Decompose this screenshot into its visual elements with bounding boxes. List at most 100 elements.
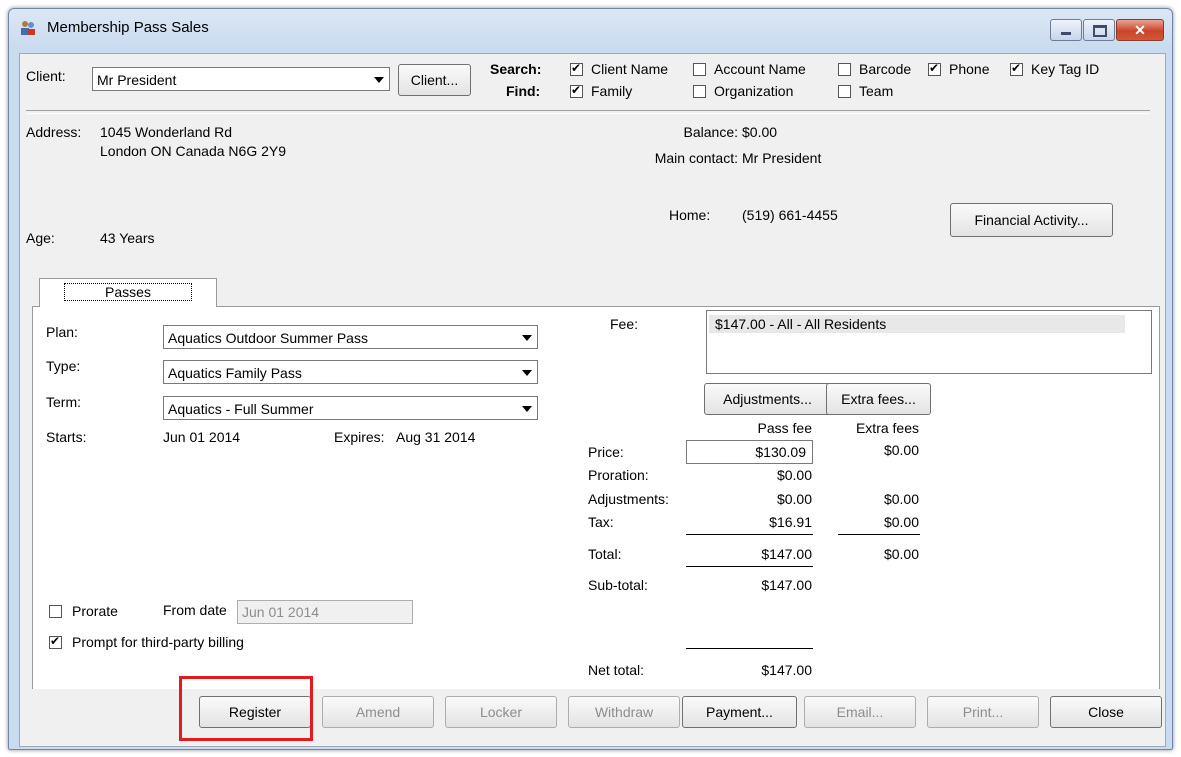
fee-label: Fee: — [610, 316, 639, 332]
extra-fees-button[interactable]: Extra fees... — [826, 383, 931, 415]
from-date-label: From date — [163, 602, 227, 618]
address-line-1: 1045 Wonderland Rd — [100, 124, 233, 140]
header-divider — [26, 110, 1150, 114]
maximize-icon — [1093, 25, 1107, 37]
third-party-billing-label: Prompt for third-party billing — [72, 634, 244, 650]
adjustments-button[interactable]: Adjustments... — [704, 383, 831, 415]
proration-label: Proration: — [588, 467, 649, 483]
address-label: Address: — [26, 124, 82, 140]
fee-list-item[interactable]: $147.00 - All - All Residents — [709, 315, 1125, 333]
price-extra-value: $0.00 — [883, 442, 919, 458]
main-contact-value: Mr President — [742, 150, 822, 166]
plan-label: Plan: — [46, 324, 78, 340]
term-dropdown[interactable]: Aquatics - Full Summer — [163, 396, 538, 420]
email-button[interactable]: Email... — [804, 696, 916, 728]
close-window-button[interactable]: ✕ — [1116, 19, 1164, 41]
expires-label: Expires: — [334, 429, 385, 445]
client-value: Mr President — [97, 72, 177, 88]
price-field[interactable]: $130.09 — [686, 440, 813, 464]
find-family-label: Family — [591, 83, 633, 99]
proration-pass-value: $0.00 — [776, 467, 812, 483]
search-phone-checkbox[interactable] — [928, 61, 941, 76]
title-bar: Membership Pass Sales ✕ — [9, 9, 1172, 47]
third-party-billing-checkbox[interactable] — [49, 634, 62, 649]
total-extra-divider — [838, 534, 920, 535]
net-total-value: $147.00 — [761, 662, 812, 678]
age-value: 43 Years — [100, 230, 155, 246]
search-client-name-label: Client Name — [591, 61, 669, 77]
payment-button[interactable]: Payment... — [682, 696, 797, 728]
prorate-checkbox[interactable] — [49, 605, 62, 618]
find-organization-label: Organization — [714, 83, 794, 99]
adjustments-extra-value: $0.00 — [883, 491, 919, 507]
find-team-checkbox[interactable] — [838, 85, 851, 98]
search-barcode-label: Barcode — [859, 61, 912, 77]
type-value: Aquatics Family Pass — [168, 365, 302, 381]
find-team-label: Team — [859, 83, 894, 99]
extra-fees-column-header: Extra fees — [855, 420, 919, 436]
main-contact-label: Main contact: — [654, 150, 738, 166]
type-dropdown[interactable]: Aquatics Family Pass — [163, 360, 538, 384]
maximize-button[interactable] — [1083, 19, 1115, 41]
search-barcode-checkbox[interactable] — [838, 63, 851, 76]
net-total-label: Net total: — [588, 662, 645, 678]
client-dropdown[interactable]: Mr President — [92, 67, 390, 91]
financial-activity-button[interactable]: Financial Activity... — [950, 203, 1113, 237]
window-title: Membership Pass Sales — [47, 19, 209, 36]
type-label: Type: — [46, 358, 81, 374]
balance-value: $0.00 — [742, 124, 778, 140]
from-date-field[interactable]: Jun 01 2014 — [237, 600, 413, 624]
address-line-2: London ON Canada N6G 2Y9 — [100, 143, 287, 159]
search-key-tag-label: Key Tag ID — [1031, 61, 1100, 77]
term-value: Aquatics - Full Summer — [168, 401, 314, 417]
age-label: Age: — [26, 230, 55, 246]
subtotal-label: Sub-total: — [588, 577, 648, 593]
client-label: Client: — [26, 68, 66, 84]
app-icon — [21, 21, 35, 35]
net-total-divider — [686, 648, 813, 649]
amend-button[interactable]: Amend — [322, 696, 434, 728]
find-organization-checkbox[interactable] — [693, 85, 706, 98]
pass-fee-column-header: Pass fee — [757, 420, 812, 436]
search-phone-label: Phone — [949, 61, 990, 77]
withdraw-button[interactable]: Withdraw — [568, 696, 680, 728]
subtotal-pass-value: $147.00 — [761, 577, 812, 593]
total-label: Total: — [588, 546, 622, 562]
chevron-down-icon[interactable] — [518, 363, 535, 381]
client-button[interactable]: Client... — [398, 64, 471, 96]
chevron-down-icon[interactable] — [518, 399, 535, 417]
home-phone-value: (519) 661-4455 — [742, 207, 838, 223]
plan-value: Aquatics Outdoor Summer Pass — [168, 330, 368, 346]
search-label: Search: — [490, 61, 542, 77]
starts-label: Starts: — [46, 429, 87, 445]
membership-pass-sales-window: Membership Pass Sales ✕ Client: Mr Presi… — [8, 8, 1173, 750]
tab-passes-label: Passes — [64, 283, 192, 301]
adjustments-pass-value: $0.00 — [776, 491, 812, 507]
locker-button[interactable]: Locker — [445, 696, 557, 728]
price-label: Price: — [588, 444, 624, 460]
minimize-icon — [1061, 32, 1071, 35]
close-button[interactable]: Close — [1050, 696, 1162, 728]
plan-dropdown[interactable]: Aquatics Outdoor Summer Pass — [163, 325, 538, 349]
search-client-name-checkbox[interactable] — [570, 61, 583, 76]
tax-pass-value: $16.91 — [769, 514, 812, 530]
subtotal-divider — [686, 566, 813, 567]
search-account-name-checkbox[interactable] — [693, 63, 706, 76]
chevron-down-icon[interactable] — [518, 328, 535, 346]
register-highlight-box — [179, 676, 313, 741]
home-phone-label: Home: — [669, 207, 711, 223]
fee-list[interactable]: $147.00 - All - All Residents — [706, 310, 1152, 374]
search-account-name-label: Account Name — [714, 61, 806, 77]
window-content: Client: Mr President Client... Search: F… — [19, 53, 1166, 747]
tab-passes[interactable]: Passes — [39, 278, 217, 307]
total-divider — [686, 534, 813, 535]
print-button[interactable]: Print... — [927, 696, 1039, 728]
prorate-label: Prorate — [72, 603, 118, 619]
total-pass-value: $147.00 — [761, 546, 812, 562]
search-key-tag-checkbox[interactable] — [1010, 61, 1023, 76]
chevron-down-icon[interactable] — [370, 70, 387, 88]
term-label: Term: — [46, 394, 81, 410]
close-icon: ✕ — [1134, 22, 1146, 38]
minimize-button[interactable] — [1050, 19, 1082, 41]
find-family-checkbox[interactable] — [570, 83, 583, 98]
